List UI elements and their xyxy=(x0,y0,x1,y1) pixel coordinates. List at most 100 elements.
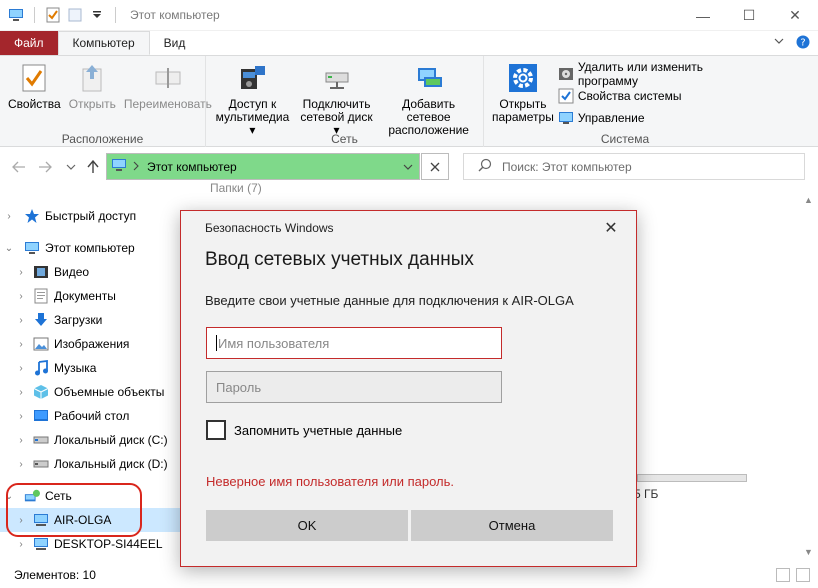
properties-check-icon[interactable] xyxy=(45,7,61,23)
dialog-header: Безопасность Windows xyxy=(205,221,334,235)
ribbon-group-system: Открыть параметры Удалить или изменить п… xyxy=(484,56,766,148)
nav-label: DESKTOP-SI44EEL xyxy=(54,537,163,551)
text-caret xyxy=(216,335,217,351)
new-folder-icon[interactable] xyxy=(67,7,83,23)
dialog-description: Введите свои учетные данные для подключе… xyxy=(205,293,574,308)
svg-text:?: ? xyxy=(800,38,805,49)
disk-usage-bar xyxy=(637,474,747,482)
nav-label: Этот компьютер xyxy=(45,241,135,255)
nav-item-3d-objects[interactable]: › Объемные объекты xyxy=(0,380,180,404)
nav-label: Видео xyxy=(54,265,90,279)
nav-item-documents[interactable]: › Документы xyxy=(0,284,180,308)
management-button[interactable]: Управление xyxy=(558,108,762,127)
username-placeholder: Имя пользователя xyxy=(218,335,330,351)
password-field[interactable]: Пароль xyxy=(206,371,502,403)
username-field[interactable]: Имя пользователя xyxy=(206,327,502,359)
close-icon xyxy=(430,162,440,171)
scroll-up-icon[interactable]: ▲ xyxy=(804,195,813,205)
navigation-bar: Этот компьютер Поиск: Этот компьютер xyxy=(0,147,818,187)
content-scrollbar[interactable]: ▲ ▼ xyxy=(800,187,818,562)
dialog-close-button[interactable]: ✕ xyxy=(600,217,622,239)
recent-locations-icon[interactable] xyxy=(60,156,82,178)
cancel-button[interactable]: Отмена xyxy=(411,510,613,541)
large-icons-view-button[interactable] xyxy=(796,568,810,582)
back-arrow-icon[interactable] xyxy=(8,156,30,178)
remember-credentials-checkbox[interactable]: Запомнить учетные данные xyxy=(206,420,402,440)
address-chevron-icon[interactable] xyxy=(133,160,139,174)
chevron-right-icon[interactable]: › xyxy=(16,267,26,278)
hard-drive-icon xyxy=(33,456,49,472)
system-properties-button[interactable]: Свойства системы xyxy=(558,86,762,105)
nav-label: Локальный диск (C:) xyxy=(54,433,168,447)
help-icon[interactable]: ? xyxy=(796,35,810,52)
title-bar: Этот компьютер — ☐ ✕ xyxy=(0,0,818,31)
checkbox-box[interactable] xyxy=(206,420,226,440)
rename-icon xyxy=(152,62,184,94)
close-button[interactable]: ✕ xyxy=(772,0,818,31)
search-input[interactable]: Поиск: Этот компьютер xyxy=(463,153,805,180)
music-note-icon xyxy=(33,360,49,376)
system-properties-icon xyxy=(558,88,574,104)
expand-ribbon-icon[interactable] xyxy=(774,35,784,52)
properties-icon xyxy=(18,62,50,94)
open-label: Открыть xyxy=(68,97,116,111)
minimize-button[interactable]: — xyxy=(680,0,726,31)
chevron-right-icon[interactable]: › xyxy=(16,291,26,302)
chevron-right-icon[interactable]: › xyxy=(16,459,26,470)
chevron-right-icon[interactable]: › xyxy=(4,211,14,222)
chevron-right-icon[interactable]: › xyxy=(16,411,26,422)
toolbar-separator xyxy=(34,7,35,23)
tab-computer[interactable]: Компьютер xyxy=(57,31,150,55)
nav-item-downloads[interactable]: › Загрузки xyxy=(0,308,180,332)
rename-label: Переименовать xyxy=(123,97,212,111)
nav-label: Локальный диск (D:) xyxy=(54,457,168,471)
customize-toolbar-icon[interactable] xyxy=(89,7,105,23)
address-bar[interactable]: Этот компьютер xyxy=(106,153,420,180)
chevron-right-icon[interactable]: › xyxy=(16,539,26,550)
media-icon xyxy=(236,62,268,94)
ok-button[interactable]: OK xyxy=(206,510,408,541)
nav-item-music[interactable]: › Музыка xyxy=(0,356,180,380)
ribbon-group-location: Свойства Открыть Переименовать Расположе… xyxy=(0,56,212,148)
chevron-right-icon[interactable]: › xyxy=(16,363,26,374)
computer-icon[interactable] xyxy=(8,7,24,23)
nav-item-disk-d[interactable]: › Локальный диск (D:) xyxy=(0,452,180,476)
nav-item-pictures[interactable]: › Изображения xyxy=(0,332,180,356)
video-icon xyxy=(33,264,49,280)
clear-address-button[interactable] xyxy=(421,153,449,180)
remember-label: Запомнить учетные данные xyxy=(234,422,403,438)
uninstall-program-button[interactable]: Удалить или изменить программу xyxy=(558,60,762,88)
maximize-button[interactable]: ☐ xyxy=(726,0,772,31)
forward-arrow-icon[interactable] xyxy=(34,156,56,178)
nav-item-video[interactable]: › Видео xyxy=(0,260,180,284)
nav-item-disk-c[interactable]: › Локальный диск (C:) xyxy=(0,428,180,452)
up-arrow-icon[interactable] xyxy=(82,156,104,178)
tab-file[interactable]: Файл xyxy=(0,31,58,55)
tab-view[interactable]: Вид xyxy=(150,31,200,55)
chevron-right-icon[interactable]: › xyxy=(16,339,26,350)
download-arrow-icon xyxy=(33,312,49,328)
system-properties-label: Свойства системы xyxy=(577,88,682,103)
star-icon xyxy=(24,208,40,224)
properties-label: Свойства xyxy=(8,97,61,111)
chevron-right-icon[interactable]: › xyxy=(16,435,26,446)
details-view-button[interactable] xyxy=(776,568,790,582)
nav-item-desktop[interactable]: › Рабочий стол xyxy=(0,404,180,428)
nav-item-this-pc[interactable]: ⌄ Этот компьютер xyxy=(0,236,180,260)
management-label: Управление xyxy=(577,110,645,125)
scroll-down-icon[interactable]: ▼ xyxy=(804,547,813,557)
chevron-right-icon[interactable]: › xyxy=(16,387,26,398)
document-icon xyxy=(33,288,49,304)
search-icon xyxy=(478,158,492,175)
cube-icon xyxy=(33,384,49,400)
chevron-right-icon[interactable]: › xyxy=(16,315,26,326)
ribbon-group-network: Доступ к мультимедиа ▾ Подключить сетево… xyxy=(206,56,484,148)
nav-item-quick-access[interactable]: › Быстрый доступ xyxy=(0,204,180,228)
group-label-system: Система xyxy=(600,132,650,146)
chevron-down-icon[interactable]: ⌄ xyxy=(4,243,14,254)
ribbon: Свойства Открыть Переименовать Расположе… xyxy=(0,55,818,148)
password-placeholder: Пароль xyxy=(216,379,262,395)
uninstall-label: Удалить или изменить программу xyxy=(577,59,703,88)
address-dropdown-icon[interactable] xyxy=(403,160,413,174)
group-label-location: Расположение xyxy=(61,132,144,146)
